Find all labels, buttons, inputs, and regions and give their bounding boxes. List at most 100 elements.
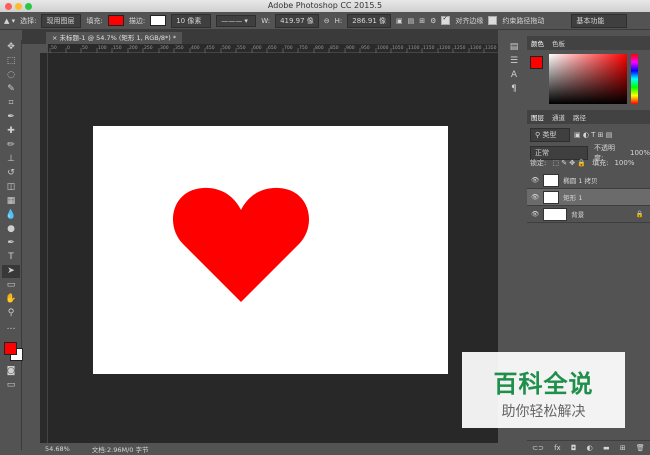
zoom-tool-icon[interactable]: ⚲ [2, 307, 20, 320]
layer-thumbnail [543, 190, 560, 204]
screen-mode-icon[interactable]: ▭ [2, 379, 20, 392]
move-tool-icon[interactable]: ✥ [2, 41, 20, 54]
ruler-tick-label: 500 [222, 45, 231, 51]
zoom-level[interactable]: 54.68% [45, 445, 70, 453]
type-tool-icon[interactable]: T [2, 251, 20, 264]
fx-icon[interactable]: fx [554, 444, 561, 452]
layers-panel-tabs: 图层 通道 路径 [527, 110, 650, 124]
ruler-tick-label: 50 [51, 45, 57, 51]
layer-filter-dropdown[interactable]: ⚲ 类型 [530, 128, 570, 142]
crop-tool-icon[interactable]: ⌗ [2, 97, 20, 110]
color-field[interactable] [549, 54, 627, 104]
heart-path[interactable] [172, 187, 310, 302]
quick-mask-icon[interactable]: ◙ [2, 365, 20, 378]
visibility-eye-icon[interactable]: 👁 [531, 193, 539, 201]
close-window-button[interactable] [5, 3, 12, 10]
foreground-color-swatch[interactable] [4, 342, 17, 355]
minimize-window-button[interactable] [15, 3, 22, 10]
fill-value[interactable]: 100% [614, 159, 634, 167]
tab-layers[interactable]: 图层 [531, 112, 544, 122]
ruler-tick-label: 1100 [408, 45, 420, 51]
path-select-tool-icon[interactable]: ➤ [2, 265, 20, 278]
document-tab-bar: × 未标题-1 @ 54.7% (矩形 1, RGB/8*) * [22, 30, 498, 44]
close-tab-icon[interactable]: × [52, 34, 60, 42]
layer-row-ellipse-copy[interactable]: 👁 椭圆 1 拷贝 [527, 172, 650, 189]
tab-swatches[interactable]: 色板 [552, 38, 565, 48]
visibility-eye-icon[interactable]: 👁 [531, 210, 539, 218]
tab-color[interactable]: 颜色 [531, 38, 544, 48]
properties-panel-icon[interactable]: ☰ [507, 55, 521, 68]
width-field[interactable]: 419.97 像 [275, 13, 319, 28]
gradient-tool-icon[interactable]: ▦ [2, 195, 20, 208]
history-panel-icon[interactable]: ▤ [507, 41, 521, 54]
stroke-type-dropdown[interactable]: ——— ▾ [216, 14, 257, 27]
ruler-tick-label: 600 [253, 45, 262, 51]
h-label: H: [334, 16, 343, 25]
rectangle-tool-icon[interactable]: ▭ [2, 279, 20, 292]
path-ops-icon[interactable]: ▣ [396, 17, 403, 25]
link-layers-icon[interactable]: ⊂⊃ [532, 444, 544, 452]
trash-icon[interactable]: 🗑 [636, 444, 645, 452]
document-canvas[interactable] [93, 126, 448, 374]
move-tool-icon[interactable]: ▲ ▾ [4, 17, 15, 25]
hand-tool-icon[interactable]: ✋ [2, 293, 20, 306]
marquee-tool-icon[interactable]: ⬚ [2, 55, 20, 68]
height-field[interactable]: 286.91 像 [347, 13, 392, 28]
ruler-tick-label: 550 [237, 45, 246, 51]
eyedropper-tool-icon[interactable]: ✒ [2, 111, 20, 124]
color-panel-tabs: 颜色 色板 [527, 36, 650, 50]
tools-panel: ✥ ⬚ ◌ ✎ ⌗ ✒ ✚ ✏ ⊥ ↺ ◫ ▦ 💧 ● ✒ T ➤ ▭ ✋ ⚲ … [0, 40, 23, 450]
brush-tool-icon[interactable]: ✏ [2, 139, 20, 152]
character-panel-icon[interactable]: A [507, 69, 521, 82]
mask-icon[interactable]: ◘ [571, 444, 577, 452]
title-bar: Adobe Photoshop CC 2015.5 [0, 0, 650, 12]
panel-foreground-swatch[interactable] [530, 56, 543, 69]
history-brush-tool-icon[interactable]: ↺ [2, 167, 20, 180]
link-icon[interactable]: ⊖ [324, 17, 330, 25]
align-edges-label: 对齐边缘 [455, 16, 484, 25]
watermark: 百科全说 助你轻松解决 [462, 352, 625, 428]
path-align-icon[interactable]: ▤ [408, 17, 415, 25]
eraser-tool-icon[interactable]: ◫ [2, 181, 20, 194]
adjustment-icon[interactable]: ◐ [587, 444, 593, 452]
document-tab-label: 未标题-1 @ 54.7% (矩形 1, RGB/8*) * [59, 34, 177, 42]
stroke-width-field[interactable]: 10 像素 [171, 13, 212, 28]
document-tab[interactable]: × 未标题-1 @ 54.7% (矩形 1, RGB/8*) * [46, 32, 183, 44]
paragraph-panel-icon[interactable]: ¶ [507, 83, 521, 96]
more-tools-icon[interactable]: … [2, 321, 20, 334]
pen-tool-icon[interactable]: ✒ [2, 237, 20, 250]
ruler-tick-label: 300 [160, 45, 169, 51]
select-dropdown[interactable]: 现用图层 [41, 13, 82, 28]
blur-tool-icon[interactable]: 💧 [2, 209, 20, 222]
align-edges-checkbox[interactable] [441, 14, 451, 25]
tab-paths[interactable]: 路径 [573, 112, 586, 122]
ruler-tick-label: 700 [284, 45, 293, 51]
lock-icons[interactable]: ⬚ ✎ ✥ 🔒 [552, 159, 586, 167]
layer-row-rectangle[interactable]: 👁 矩形 1 [527, 189, 650, 206]
constrain-path-checkbox[interactable] [488, 16, 498, 25]
ruler-tick-label: 1050 [392, 45, 404, 51]
stamp-tool-icon[interactable]: ⊥ [2, 153, 20, 166]
visibility-eye-icon[interactable]: 👁 [531, 176, 539, 184]
opacity-value[interactable]: 100% [630, 149, 650, 157]
workspace-dropdown[interactable]: 基本功能 [571, 13, 628, 28]
new-layer-icon[interactable]: ⊞ [620, 444, 626, 452]
layer-row-background[interactable]: 👁 背景 🔒 [527, 206, 650, 223]
path-arrange-icon[interactable]: ⊞ [419, 17, 425, 25]
group-icon[interactable]: ▬ [603, 444, 610, 452]
stroke-swatch[interactable] [150, 15, 167, 26]
gear-icon[interactable]: ⚙ [430, 17, 436, 25]
ruler-tick-label: 100 [98, 45, 107, 51]
dodge-tool-icon[interactable]: ● [2, 223, 20, 236]
fill-swatch[interactable] [107, 15, 124, 26]
zoom-window-button[interactable] [25, 3, 32, 10]
lasso-tool-icon[interactable]: ◌ [2, 69, 20, 82]
healing-brush-tool-icon[interactable]: ✚ [2, 125, 20, 138]
hue-slider[interactable] [631, 54, 638, 104]
heart-shape[interactable] [93, 126, 448, 374]
select-label: 选择: [20, 16, 37, 25]
tab-channels[interactable]: 通道 [552, 112, 565, 122]
quick-select-tool-icon[interactable]: ✎ [2, 83, 20, 96]
filter-icons[interactable]: ▣ ◐ T ⊞ ▤ [574, 131, 612, 139]
layer-thumbnail [543, 173, 560, 187]
